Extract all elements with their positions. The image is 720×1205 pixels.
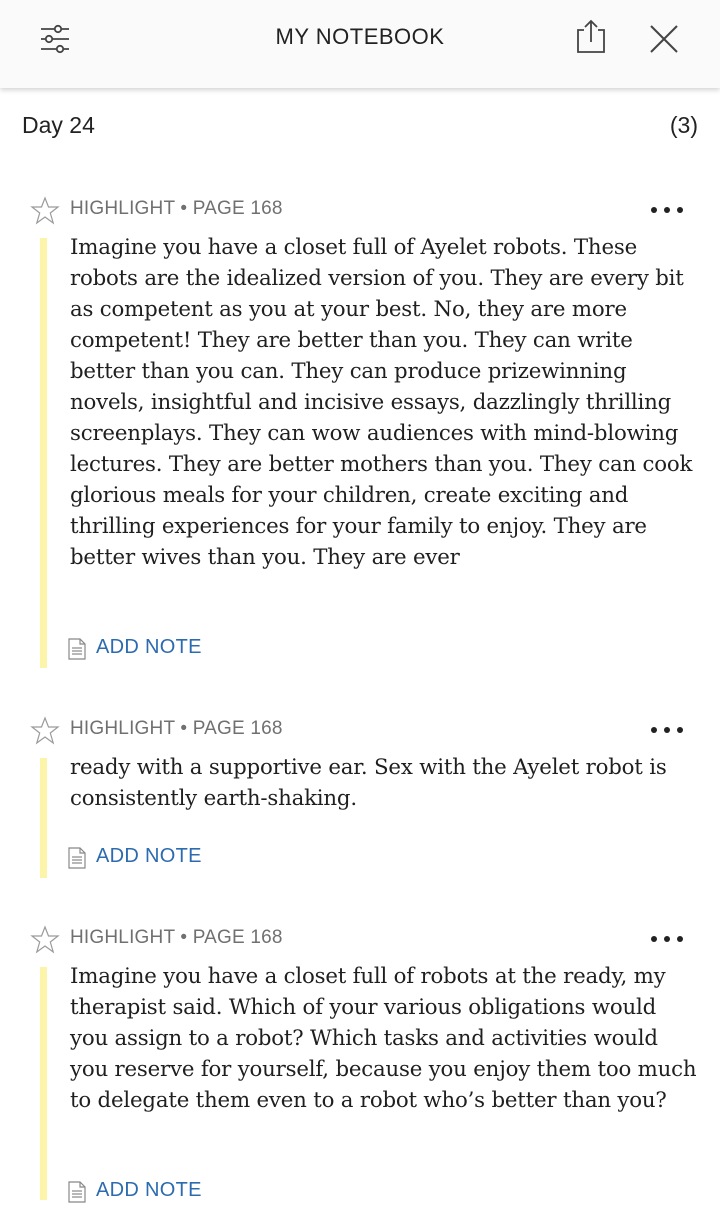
highlight-text: Imagine you have a closet full of robots…	[70, 964, 697, 1113]
top-bar: MY NOTEBOOK	[0, 0, 720, 88]
more-options-icon[interactable]	[646, 716, 688, 740]
add-note-label: ADD NOTE	[96, 636, 202, 658]
highlight-count: (3)	[669, 112, 698, 138]
close-icon[interactable]	[647, 22, 681, 56]
star-icon[interactable]	[30, 716, 60, 746]
share-icon[interactable]	[574, 18, 608, 56]
star-icon[interactable]	[30, 925, 60, 955]
highlight-bar	[40, 238, 47, 668]
highlight-bar	[40, 967, 47, 1200]
star-icon[interactable]	[30, 196, 60, 226]
highlight-card: HIGHLIGHT • PAGE 168 Imagine you have a …	[0, 925, 720, 1203]
add-note-label: ADD NOTE	[96, 1179, 202, 1201]
highlight-meta: HIGHLIGHT • PAGE 168	[70, 927, 283, 948]
highlight-text: ready with a supportive ear. Sex with th…	[70, 755, 667, 811]
more-options-icon[interactable]	[646, 196, 688, 220]
highlight-meta: HIGHLIGHT • PAGE 168	[70, 718, 283, 739]
highlight-card: HIGHLIGHT • PAGE 168 ready with a suppor…	[0, 716, 720, 886]
page-title: MY NOTEBOOK	[275, 24, 445, 49]
highlight-text: Imagine you have a closet full of Ayelet…	[70, 235, 693, 570]
highlight-card: HIGHLIGHT • PAGE 168 Imagine you have a …	[0, 196, 720, 676]
highlight-meta: HIGHLIGHT • PAGE 168	[70, 198, 283, 219]
section-title: Day 24	[22, 112, 95, 138]
more-options-icon[interactable]	[646, 925, 688, 949]
add-note-label: ADD NOTE	[96, 845, 202, 867]
section-header: Day 24 (3)	[22, 112, 698, 146]
note-icon	[68, 847, 86, 869]
note-icon	[68, 638, 86, 660]
highlight-bar	[40, 758, 47, 878]
